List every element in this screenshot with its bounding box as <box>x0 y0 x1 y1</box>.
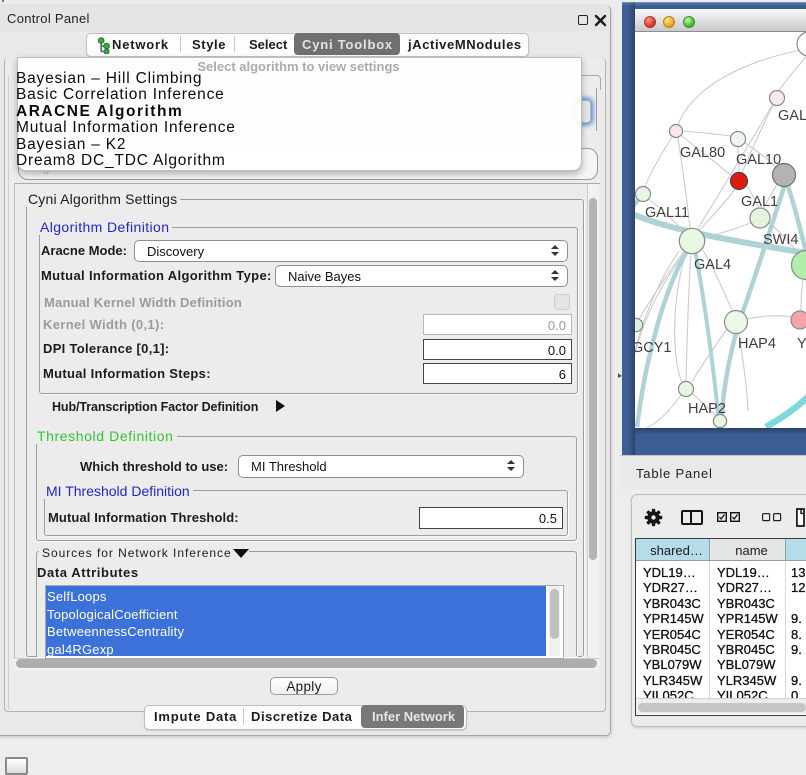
svg-text:HAP2: HAP2 <box>688 401 726 417</box>
svg-text:SWI4: SWI4 <box>763 232 798 248</box>
svg-text:GAL80: GAL80 <box>680 145 725 161</box>
svg-text:GAL1: GAL1 <box>741 194 778 210</box>
svg-text:GAL10: GAL10 <box>736 152 781 168</box>
svg-text:GAL4: GAL4 <box>694 257 731 273</box>
svg-text:GAL7: GAL7 <box>778 108 806 124</box>
svg-text:GAL11: GAL11 <box>645 205 689 221</box>
svg-text:HAP4: HAP4 <box>738 336 776 352</box>
svg-text:Y: Y <box>797 336 806 352</box>
svg-text:GCY1: GCY1 <box>635 340 672 356</box>
